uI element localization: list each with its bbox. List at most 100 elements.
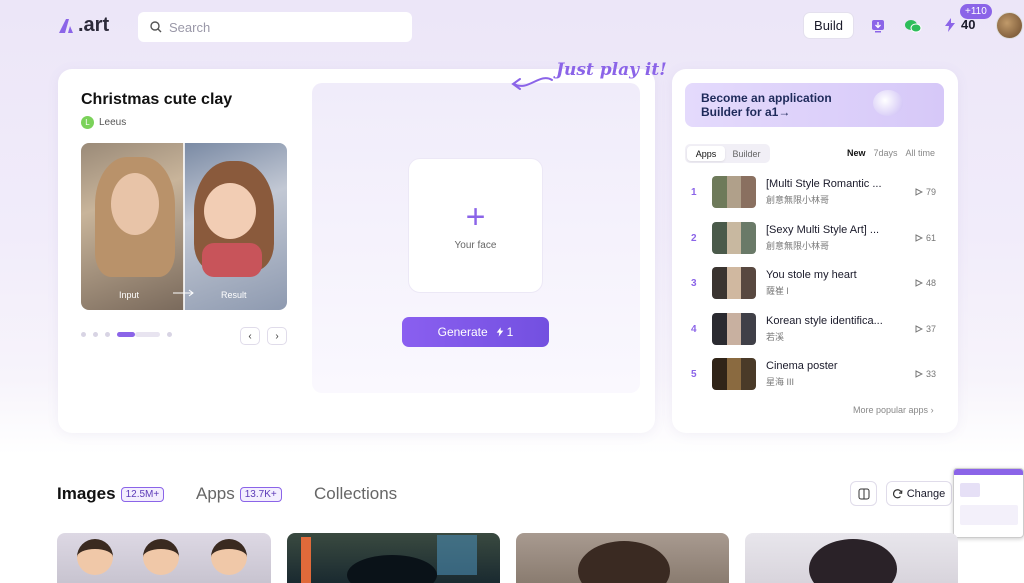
banner-line2: Builder for a1→ (701, 105, 791, 119)
author-name: Leeus (99, 117, 127, 128)
ranking-row[interactable]: 3 You stole my heart 薩崔 l 48 (689, 266, 943, 300)
app-author: 星海 III (766, 377, 795, 387)
chevron-right-icon: › (930, 405, 934, 415)
app-name: You stole my heart (766, 269, 857, 281)
filter-all-time[interactable]: All time (906, 148, 936, 158)
run-count: 37 (915, 324, 943, 334)
credits-value: 40 (961, 17, 976, 32)
credit-badge: +110 (960, 4, 992, 19)
next-button[interactable]: › (267, 327, 287, 345)
search-placeholder: Search (169, 19, 211, 35)
input-label: Input (119, 290, 140, 300)
result-label: Result (221, 290, 247, 300)
upload-label: Your face (454, 240, 497, 251)
search-icon (150, 21, 162, 33)
app-thumbnail (712, 358, 756, 390)
logo-icon (59, 18, 73, 33)
tab-images-label: Images (57, 484, 116, 503)
app-name: Cinema poster (766, 360, 838, 372)
upload-face-box[interactable]: + Your face (408, 158, 543, 293)
ranking-row[interactable]: 4 Korean style identifica... 若溪 37 (689, 312, 943, 346)
arrow-right-icon (173, 289, 194, 297)
ranking-tabs[interactable]: Apps Builder (685, 144, 770, 163)
rank-number: 2 (691, 232, 697, 244)
credits[interactable]: 40 (944, 17, 975, 32)
tab-collections[interactable]: Collections (314, 484, 397, 504)
curved-arrow-icon (511, 77, 553, 90)
app-title: Christmas cute clay (81, 91, 233, 108)
play-icon (915, 234, 923, 242)
play-icon (915, 279, 923, 287)
page-thumbnail (953, 468, 1024, 538)
tab-builder[interactable]: Builder (725, 146, 768, 161)
generate-button[interactable]: Generate 1 (402, 317, 549, 347)
divider (183, 143, 185, 310)
play-icon (915, 370, 923, 378)
prev-button[interactable]: ‹ (240, 327, 260, 345)
tab-apps-label: Apps (196, 484, 235, 503)
refresh-icon (892, 488, 903, 498)
wechat-icon[interactable] (902, 15, 924, 37)
app-thumbnail (712, 313, 756, 345)
carousel-dots[interactable] (81, 332, 179, 337)
app-thumbnail (712, 222, 756, 254)
images-count: 12.5M+ (120, 486, 165, 502)
generate-label: Generate (437, 325, 488, 339)
ranking-row[interactable]: 1 [Multi Style Romantic ... 創意無限小林哥 79 (689, 175, 943, 209)
logo[interactable]: .art (57, 14, 109, 37)
ranking-filters[interactable]: New 7days All time (847, 148, 935, 158)
example-preview: Input Result (81, 143, 287, 310)
logo-text: .art (78, 14, 110, 36)
gallery-card[interactable] (745, 533, 958, 583)
lightning-icon (496, 327, 504, 337)
ranking-row[interactable]: 5 Cinema poster 星海 III 33 (689, 357, 943, 391)
rank-number: 5 (691, 368, 697, 380)
tab-apps[interactable]: Apps (687, 146, 725, 161)
app-thumbnail (712, 267, 756, 299)
user-avatar[interactable] (996, 12, 1023, 39)
tab-apps[interactable]: Apps 13.7K+ (196, 484, 282, 504)
run-count: 79 (915, 187, 943, 197)
app-name: [Multi Style Romantic ... (766, 178, 882, 190)
banner-text[interactable]: Become an application Builder for a1→ (701, 91, 832, 119)
app-author: 薩崔 l (766, 286, 789, 296)
app-thumbnail (712, 176, 756, 208)
filter-7days[interactable]: 7days (874, 148, 898, 158)
run-count: 48 (915, 278, 943, 288)
lightning-icon (945, 17, 955, 32)
search-input[interactable]: Search (138, 12, 412, 42)
gallery-card[interactable] (287, 533, 500, 583)
columns-icon (858, 488, 869, 499)
tab-images[interactable]: Images 12.5M+ (57, 484, 165, 504)
apps-count: 13.7K+ (239, 486, 282, 502)
chevron-left-icon: ‹ (248, 330, 252, 342)
banner-line1: Become an application (701, 91, 832, 105)
layout-toggle-button[interactable] (850, 481, 877, 506)
rank-number: 1 (691, 186, 697, 198)
change-button[interactable]: Change (886, 481, 952, 506)
author-avatar: L (81, 116, 94, 129)
coin-icon (873, 90, 903, 116)
generate-cost: 1 (506, 325, 514, 339)
result-image: Result (184, 143, 287, 310)
tab-collections-label: Collections (314, 484, 398, 503)
rank-number: 4 (691, 323, 697, 335)
tagline: Just play it! (556, 60, 667, 80)
ranking-row[interactable]: 2 [Sexy Multi Style Art] ... 創意無限小林哥 61 (689, 221, 943, 255)
app-author[interactable]: L Leeus (81, 116, 126, 129)
more-apps-link[interactable]: More popular apps › (853, 405, 934, 415)
gallery-card[interactable] (516, 533, 729, 583)
app-author: 創意無限小林哥 (766, 241, 830, 251)
filter-new[interactable]: New (847, 148, 866, 158)
play-icon (915, 188, 923, 196)
run-count: 33 (915, 369, 943, 379)
app-author: 若溪 (766, 332, 785, 342)
input-image: Input (81, 143, 184, 310)
chevron-right-icon: › (275, 330, 279, 342)
build-button[interactable]: Build (803, 12, 854, 39)
plus-icon: + (465, 198, 486, 236)
gallery-card[interactable] (57, 533, 271, 583)
play-icon (915, 325, 923, 333)
app-author: 創意無限小林哥 (766, 195, 830, 205)
download-app-icon[interactable] (867, 15, 889, 37)
